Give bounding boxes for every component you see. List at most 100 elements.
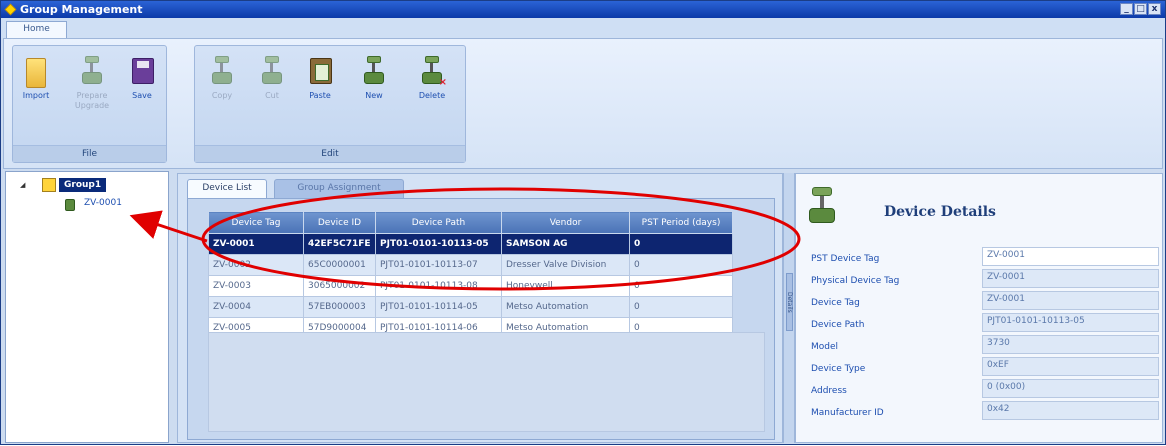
property-value[interactable]: 0 (0x00): [982, 379, 1159, 398]
cell-device-tag: ZV-0001: [208, 233, 304, 255]
ribbon-tab-home[interactable]: Home: [6, 21, 67, 38]
property-label: Device Path: [811, 320, 865, 330]
valve-cut-icon: [259, 56, 285, 88]
property-row: Physical Device Tag ZV-0001: [806, 269, 1159, 291]
tab-device-list[interactable]: Device List: [187, 179, 267, 198]
group-folder-icon: [42, 178, 56, 192]
tree-node-group1[interactable]: Group1: [59, 178, 107, 192]
properties-list: PST Device Tag ZV-0001 Physical Device T…: [806, 247, 1159, 423]
delete-label: Delete: [418, 91, 446, 100]
property-row: Device Tag ZV-0001: [806, 291, 1159, 313]
device-valve-icon: [65, 199, 75, 211]
table-row[interactable]: ZV-0001 42EF5C71FE PJT01-0101-10113-05 S…: [208, 233, 733, 255]
ribbon-group-edit-label: Edit: [195, 145, 465, 162]
property-row: Device Type 0xEF: [806, 357, 1159, 379]
save-label: Save: [132, 91, 152, 100]
property-label: Device Type: [811, 364, 866, 374]
copy-button[interactable]: Copy: [203, 56, 241, 134]
cell-device-path: PJT01-0101-10114-05: [375, 296, 502, 318]
delete-button[interactable]: × Delete: [413, 56, 451, 134]
app-diamond-icon: [4, 3, 17, 16]
minimize-button[interactable]: _: [1120, 3, 1133, 15]
column-device-id[interactable]: Device ID: [303, 211, 376, 234]
details-splitter[interactable]: Details: [783, 173, 795, 443]
column-pst-period[interactable]: PST Period (days): [629, 211, 733, 234]
cell-device-tag: ZV-0003: [208, 275, 304, 297]
property-value[interactable]: ZV-0001: [982, 269, 1159, 288]
cell-pst-period: 0: [629, 275, 733, 297]
new-label: New: [365, 91, 383, 100]
folder-icon: [23, 56, 49, 88]
table-row[interactable]: ZV-0003 3065000002 PJT01-0101-10113-08 H…: [208, 275, 733, 297]
close-button[interactable]: x: [1148, 3, 1161, 15]
device-table: Device Tag Device ID Device Path Vendor …: [208, 211, 733, 339]
group-management-window: Group Management _ □ x Home Import Prepa…: [0, 0, 1166, 445]
cell-device-tag: ZV-0002: [208, 254, 304, 276]
save-icon: [129, 56, 155, 88]
property-value[interactable]: PJT01-0101-10113-05: [982, 313, 1159, 332]
cell-device-id: 65C0000001: [303, 254, 376, 276]
prepare-upgrade-label: Prepare Upgrade: [74, 91, 110, 110]
property-label: Model: [811, 342, 839, 352]
cut-label: Cut: [265, 91, 279, 100]
window-title: Group Management: [20, 3, 143, 16]
collapse-triangle-icon[interactable]: ◢: [20, 181, 25, 189]
save-button[interactable]: Save: [123, 56, 161, 134]
tab-group-assignment[interactable]: Group Assignment: [274, 179, 404, 198]
cell-vendor: Dresser Valve Division: [501, 254, 630, 276]
cell-pst-period: 0: [629, 254, 733, 276]
cut-button[interactable]: Cut: [253, 56, 291, 134]
ribbon-group-file: Import Prepare Upgrade Save File: [12, 45, 167, 163]
window-controls: _ □ x: [1120, 3, 1161, 15]
table-row[interactable]: ZV-0002 65C0000001 PJT01-0101-10113-07 D…: [208, 254, 733, 276]
prepare-upgrade-button[interactable]: Prepare Upgrade: [69, 56, 115, 134]
property-label: Physical Device Tag: [811, 276, 900, 286]
cell-device-id: 3065000002: [303, 275, 376, 297]
device-grid-frame: Device Tag Device ID Device Path Vendor …: [187, 198, 775, 440]
property-row: Manufacturer ID 0x42: [806, 401, 1159, 423]
property-value[interactable]: 0x42: [982, 401, 1159, 420]
column-device-tag[interactable]: Device Tag: [208, 211, 304, 234]
property-value[interactable]: 0xEF: [982, 357, 1159, 376]
ribbon-tab-strip: Home: [1, 18, 1165, 38]
import-button[interactable]: Import: [17, 56, 55, 134]
cell-vendor: Honeywell: [501, 275, 630, 297]
new-button[interactable]: New: [355, 56, 393, 134]
column-device-path[interactable]: Device Path: [375, 211, 502, 234]
cell-device-path: PJT01-0101-10113-07: [375, 254, 502, 276]
import-label: Import: [22, 91, 50, 100]
device-valve-icon: [807, 187, 837, 225]
valve-delete-icon: ×: [419, 56, 447, 88]
cell-vendor: Metso Automation: [501, 296, 630, 318]
cell-device-tag: ZV-0004: [208, 296, 304, 318]
cell-device-id: 42EF5C71FE: [303, 233, 376, 255]
details-title: Device Details: [884, 204, 996, 220]
column-vendor[interactable]: Vendor: [501, 211, 630, 234]
property-label: Device Tag: [811, 298, 860, 308]
cell-vendor: SAMSON AG: [501, 233, 630, 255]
property-row: Device Path PJT01-0101-10113-05: [806, 313, 1159, 335]
property-value[interactable]: 3730: [982, 335, 1159, 354]
property-value[interactable]: ZV-0001: [982, 291, 1159, 310]
ribbon-group-edit: Copy Cut Paste New × Delete Edit: [194, 45, 466, 163]
grid-empty-area: [208, 332, 765, 432]
table-row[interactable]: ZV-0004 57EB000003 PJT01-0101-10114-05 M…: [208, 296, 733, 318]
tree-node-zv-0001[interactable]: ZV-0001: [84, 198, 122, 208]
splitter-handle[interactable]: Details: [786, 273, 793, 331]
paste-label: Paste: [309, 91, 331, 100]
property-row: Model 3730: [806, 335, 1159, 357]
copy-label: Copy: [211, 91, 233, 100]
ribbon: Import Prepare Upgrade Save File Copy Cu…: [3, 38, 1163, 169]
device-details-panel: Device Details PST Device Tag ZV-0001 Ph…: [795, 173, 1163, 443]
valve-copy-icon: [209, 56, 235, 88]
cell-device-id: 57EB000003: [303, 296, 376, 318]
ribbon-group-file-label: File: [13, 145, 166, 162]
maximize-button[interactable]: □: [1134, 3, 1147, 15]
property-value[interactable]: ZV-0001: [982, 247, 1159, 266]
title-bar: Group Management _ □ x: [1, 1, 1165, 18]
cell-device-path: PJT01-0101-10113-08: [375, 275, 502, 297]
group-tree: ◢ Group1 ZV-0001: [5, 171, 169, 443]
paste-button[interactable]: Paste: [301, 56, 339, 134]
property-label: Manufacturer ID: [811, 408, 884, 418]
cell-device-path: PJT01-0101-10113-05: [375, 233, 502, 255]
